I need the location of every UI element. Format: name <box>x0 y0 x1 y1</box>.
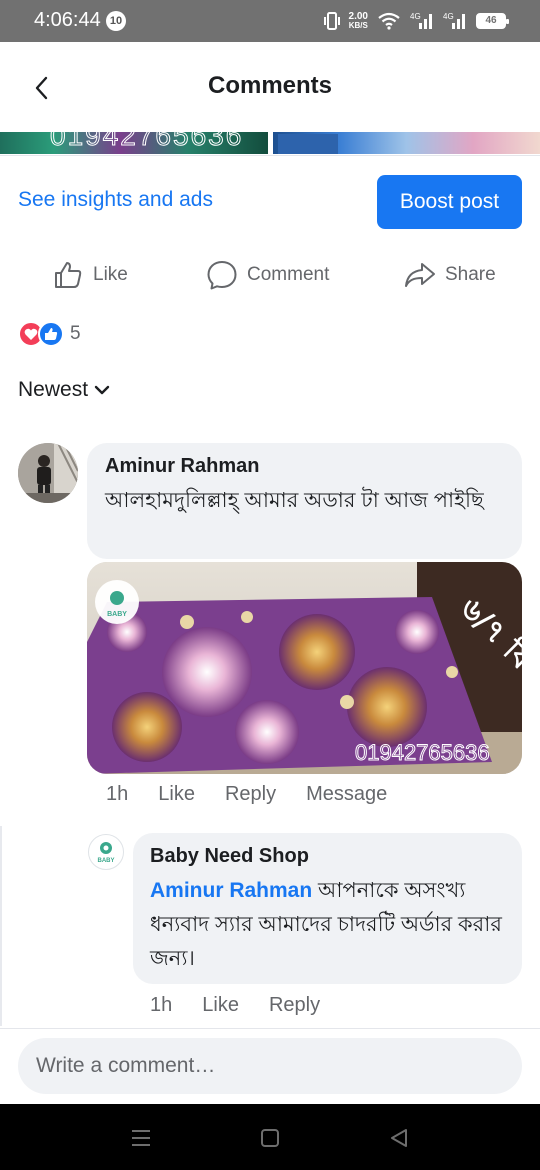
bedsheet-photo: BABY ৬/৭ ফিট 01942765636 <box>87 562 522 774</box>
network-speed: 2.00 KB/S <box>348 11 368 31</box>
avatar-photo <box>18 443 78 503</box>
reaction-count: 5 <box>70 323 81 344</box>
speech-bubble-icon <box>207 261 237 290</box>
reply-text: Aminur Rahman আপনাকে অসংখ্য ধন্যবাদ স্যা… <box>150 874 505 976</box>
photo-phone-watermark: 01942765636 <box>355 740 490 765</box>
reaction-summary[interactable]: 5 <box>18 320 81 348</box>
thumbs-up-icon <box>55 262 82 288</box>
shop-logo-badge: BABY <box>97 858 114 864</box>
product-box-image <box>278 134 338 154</box>
write-comment-input[interactable] <box>18 1038 522 1094</box>
sort-dropdown[interactable]: Newest <box>18 378 110 402</box>
home-button[interactable] <box>256 1124 284 1152</box>
comment-bubble-1[interactable]: Aminur Rahman আলহামদুলিল্লাহ্ আমার অডার … <box>87 443 522 559</box>
post-image-left[interactable]: 01942765636 <box>0 132 268 154</box>
avatar-baby-need-shop[interactable]: BABY <box>88 834 124 870</box>
reply-reply-button[interactable]: Reply <box>269 994 320 1017</box>
comment-message-button[interactable]: Message <box>306 783 387 806</box>
signal-icon-2: 4G <box>443 12 465 29</box>
comment-photo-bedsheet[interactable]: BABY ৬/৭ ফিট 01942765636 <box>87 562 522 774</box>
signal-icon-1: 4G <box>410 12 432 29</box>
back-nav-button[interactable] <box>385 1124 413 1152</box>
speed-value: 2.00 <box>348 11 368 22</box>
menu-button[interactable] <box>127 1124 155 1152</box>
like-label: Like <box>93 264 128 285</box>
comment-label: Comment <box>247 264 330 285</box>
comment-1-meta: 1h Like Reply Message <box>106 783 417 806</box>
reply-like-button[interactable]: Like <box>202 994 239 1017</box>
speed-unit: KB/S <box>348 21 368 30</box>
share-button[interactable]: Share <box>404 250 496 300</box>
chevron-down-icon <box>94 385 110 395</box>
comment-like-button[interactable]: Like <box>158 783 195 806</box>
like-button[interactable]: Like <box>52 250 128 300</box>
app-header: Comments <box>0 42 540 132</box>
photo-badge: BABY <box>107 611 127 618</box>
battery-icon: 46 <box>476 13 509 29</box>
back-triangle-icon <box>391 1129 407 1147</box>
status-icons: 2.00 KB/S 4G 4G 46 <box>323 10 509 32</box>
share-arrow-icon <box>405 263 435 287</box>
divider <box>0 155 540 156</box>
post-phone-watermark: 01942765636 <box>49 132 244 152</box>
post-actions: Like Comment Share <box>0 250 540 300</box>
comment-time: 1h <box>106 783 129 805</box>
notification-count-badge: 10 <box>106 11 126 31</box>
reply-bubble[interactable]: Baby Need Shop Aminur Rahman আপনাকে অসংখ… <box>133 833 522 984</box>
share-label: Share <box>445 264 496 285</box>
comment-reply-button[interactable]: Reply <box>225 783 276 806</box>
system-nav-bar <box>0 1104 540 1170</box>
vibrate-icon <box>323 12 340 30</box>
net-2-label: 4G <box>443 12 454 21</box>
divider <box>0 1028 540 1029</box>
wifi-icon <box>378 12 400 30</box>
comment-author[interactable]: Aminur Rahman <box>105 455 504 478</box>
page-title: Comments <box>207 72 333 99</box>
reply-meta: 1h Like Reply <box>150 994 350 1017</box>
avatar-aminur-rahman[interactable] <box>18 443 78 503</box>
boost-post-button[interactable]: Boost post <box>377 175 522 229</box>
status-time: 4:06:44 <box>34 9 101 31</box>
post-image-strip[interactable]: 01942765636 <box>0 132 540 156</box>
reply-time: 1h <box>150 994 173 1016</box>
menu-icon <box>132 1130 150 1146</box>
net-1-label: 4G <box>410 12 421 21</box>
thread-line <box>0 826 2 1026</box>
like-icon <box>38 321 64 347</box>
comment-text: আলহামদুলিল্লাহ্ আমার অডার টা আজ পাইছি <box>105 489 484 512</box>
reply-mention[interactable]: Aminur Rahman <box>150 879 312 902</box>
status-bar: 4:06:44 10 2.00 KB/S 4G 4G 46 <box>0 0 540 42</box>
see-insights-link[interactable]: See insights and ads <box>18 188 213 212</box>
reply-author[interactable]: Baby Need Shop <box>150 845 505 868</box>
sort-label: Newest <box>18 378 89 401</box>
comment-button[interactable]: Comment <box>206 250 329 300</box>
home-square-icon <box>261 1129 279 1147</box>
shop-logo-icon: BABY <box>97 842 115 864</box>
